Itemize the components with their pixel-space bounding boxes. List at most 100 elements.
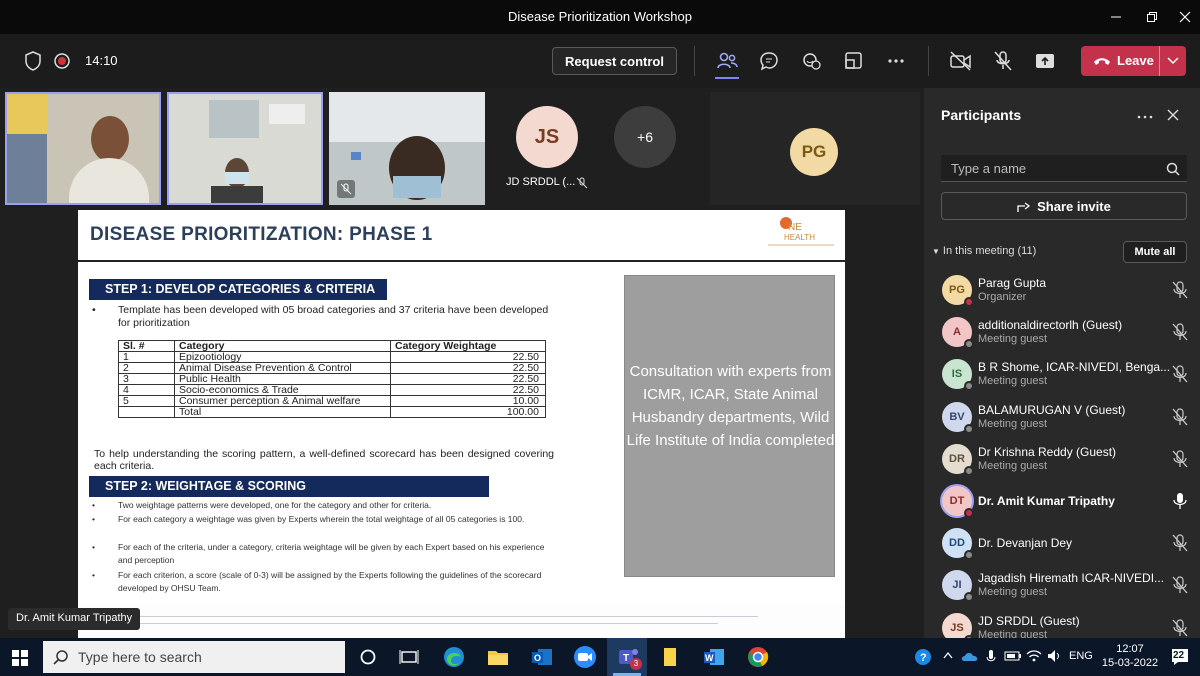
more-icon[interactable] [1137,114,1153,120]
participant-row[interactable]: IS B R Shome, ICAR-NIVEDI, Benga... Meetin… [924,353,1200,395]
mic-off-icon[interactable] [1172,365,1188,383]
video-tile[interactable] [167,92,323,205]
leave-label: Leave [1117,53,1154,68]
mic-off-icon[interactable] [989,47,1017,75]
chevron-down-icon[interactable] [1167,57,1179,65]
svg-text:?: ? [920,652,927,664]
speaker-name-tag: Dr. Amit Kumar Tripathy [8,608,141,630]
table-row: 4 Socio-economics & Trade 22.50 [118,384,546,396]
sticky-notes-icon[interactable] [657,644,683,670]
mic-off-icon[interactable] [1172,407,1188,426]
svg-text:O: O [534,653,541,663]
close-icon[interactable] [1167,109,1179,121]
clock-time: 12:07 [1116,643,1144,655]
teams-app[interactable]: T 3 [607,638,647,676]
consultation-box: Consultation with experts from ICMR, ICA… [624,275,835,577]
participant-row[interactable]: JI Jagadish Hiremath ICAR-NIVEDI... Meetin… [924,564,1200,606]
avatar: DD [942,528,974,561]
more-participants-badge[interactable]: +6 [614,106,676,168]
share-icon [1017,201,1031,213]
word-icon[interactable]: W [701,644,727,670]
windows-taskbar: Type here to search O T 3 W ? ENG 12:07 … [0,638,1200,676]
participant-row[interactable]: BV BALAMURUGAN V (Guest) Meeting guest [924,396,1200,438]
zoom-icon[interactable] [572,644,598,670]
search-icon[interactable] [1166,162,1180,176]
divider [928,46,929,76]
help-icon[interactable]: ? [914,648,932,666]
step2-heading: STEP 2: WEIGHTAGE & SCORING [89,476,489,497]
presence-status-icon [964,297,974,307]
chrome-icon[interactable] [745,644,771,670]
participant-row[interactable]: DR Dr Krishna Reddy (Guest) Meeting guest [924,438,1200,480]
more-icon[interactable] [882,47,910,75]
participant-row[interactable]: PG Parag Gupta Organizer [924,269,1200,311]
battery-icon[interactable] [1004,651,1022,661]
mic-off-icon[interactable] [1172,323,1188,341]
presence-status-icon [964,339,974,350]
participant-row[interactable]: DD Dr. Devanjan Dey [924,522,1200,564]
camera-off-icon[interactable] [947,47,975,75]
windows-start-icon[interactable] [12,650,28,666]
participant-name: Dr Krishna Reddy (Guest) [978,444,1117,459]
video-tile[interactable] [5,92,161,205]
mic-off-icon[interactable] [1172,450,1188,468]
request-control-button[interactable]: Request control [552,47,677,75]
taskbar-search[interactable]: Type here to search [43,641,345,673]
minimize-icon[interactable] [1101,4,1131,30]
participant-name: BALAMURUGAN V (Guest) [978,402,1126,417]
shared-slide: DISEASE PRIORITIZATION: PHASE 1 NE HEALTH… [78,210,845,638]
restore-icon[interactable] [1137,4,1167,30]
chat-icon[interactable] [755,47,783,75]
avatar: IS [942,359,974,392]
participant-name: Dr. Devanjan Dey [978,536,1073,551]
cortana-icon[interactable] [355,644,381,670]
participant-role: Meeting guest [978,459,1048,472]
participant-role: Meeting guest [978,375,1048,388]
volume-icon[interactable] [1047,649,1063,663]
share-screen-icon[interactable] [1031,47,1059,75]
notification-count: 22 [1173,650,1185,661]
close-icon[interactable] [1170,4,1200,30]
one-health-logo: NE HEALTH [764,214,838,250]
reactions-icon[interactable] [798,47,826,75]
table-row: 5 Consumer perception & Animal welfare 10.… [118,395,546,407]
in-meeting-section[interactable]: ▼ In this meeting (11) [932,245,1036,257]
avatar[interactable]: JS [516,106,578,168]
category-table: Sl. # Category Category Weightage 1 Epizo… [118,340,546,418]
wifi-icon[interactable] [1026,649,1042,663]
language-indicator[interactable]: ENG [1069,650,1093,662]
notifications-icon[interactable]: 22 [1170,647,1190,667]
participants-panel: Participants Share invite ▼In this meeti… [924,88,1200,645]
mic-icon[interactable] [986,649,996,665]
shield-icon[interactable] [19,47,47,75]
file-explorer-icon[interactable] [485,644,511,670]
tile-name: JD SRDDL (... [506,176,576,188]
window-title: Disease Prioritization Workshop [508,9,692,24]
mic-off-icon[interactable] [1172,576,1188,594]
task-view-icon[interactable] [396,644,422,670]
participant-row[interactable]: DT Dr. Amit Kumar Tripathy [924,480,1200,522]
video-tile[interactable] [329,92,485,205]
table-header-row: Sl. # Category Category Weightage [118,340,546,352]
taskbar-clock[interactable]: 12:07 15-03-2022 [1099,642,1161,670]
chevron-up-icon[interactable] [943,651,953,659]
outlook-icon[interactable]: O [529,644,555,670]
people-icon[interactable] [713,47,741,79]
share-invite-button[interactable]: Share invite [941,192,1187,220]
participant-name: Parag Gupta [978,276,1047,290]
mic-icon[interactable] [1172,492,1188,510]
participant-row[interactable]: Aadditionaldirectorlh (Guest) Meeting gue… [924,311,1200,353]
mic-off-icon[interactable] [1172,618,1188,637]
scorecard-text: To help understanding the scoring patter… [94,448,554,472]
mic-off-icon[interactable] [1172,534,1188,552]
video-tile[interactable]: PG [710,92,920,205]
edge-icon[interactable] [441,644,467,670]
table-row: Total 100.00 [118,406,546,418]
mute-all-button[interactable]: Mute all [1123,241,1187,263]
avatar: DR [942,443,974,476]
rooms-icon[interactable] [840,47,868,75]
leave-button[interactable]: Leave [1081,46,1186,76]
onedrive-icon[interactable] [961,650,979,662]
mic-off-icon[interactable] [1172,281,1188,299]
participant-search-input[interactable] [941,155,1187,182]
